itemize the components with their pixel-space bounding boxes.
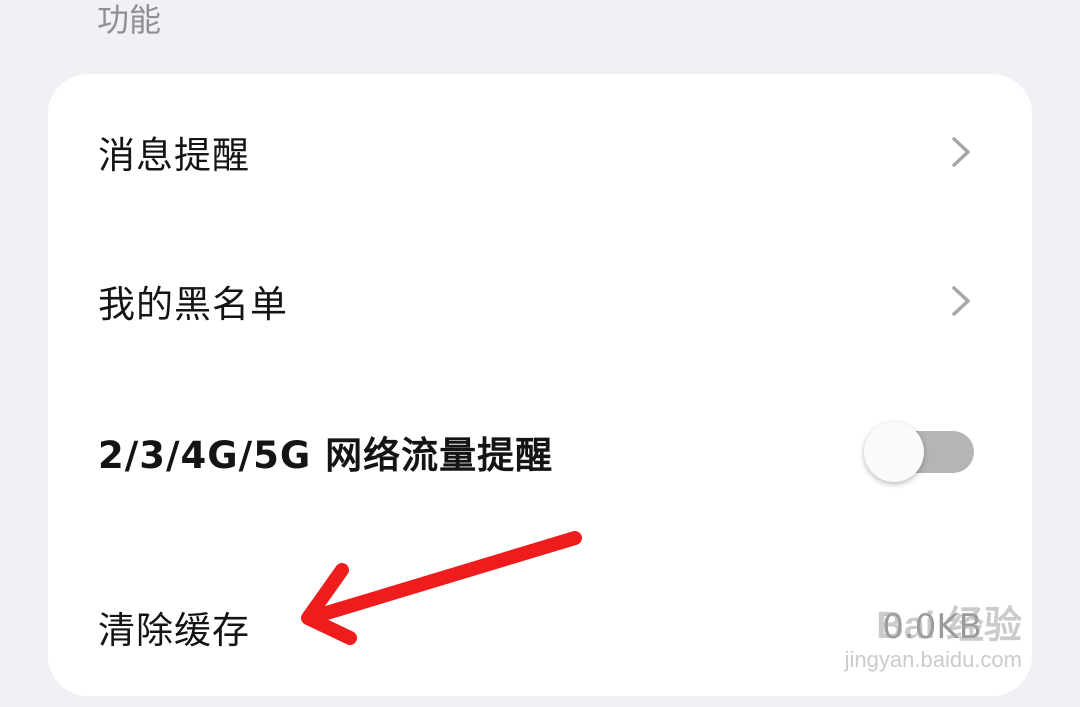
settings-item-data-usage-reminder: 2/3/4G/5G 网络流量提醒 [48, 377, 1032, 527]
settings-item-label: 我的黑名单 [98, 283, 288, 326]
settings-item-message-reminder[interactable]: 消息提醒 [48, 77, 1032, 227]
chevron-right-icon [952, 137, 970, 167]
settings-item-label: 2/3/4G/5G 网络流量提醒 [98, 434, 554, 477]
section-title: 功能 [97, 1, 162, 39]
data-usage-toggle[interactable] [864, 420, 976, 484]
settings-card: 消息提醒 我的黑名单 2/3/4G/5G 网络流量提醒 清除缓存 0.0KB [48, 74, 1032, 696]
settings-item-blacklist[interactable]: 我的黑名单 [48, 226, 1032, 376]
settings-item-label: 消息提醒 [98, 134, 250, 177]
chevron-right-icon [952, 286, 970, 316]
settings-item-clear-cache[interactable]: 清除缓存 0.0KB [48, 552, 1032, 702]
cache-size-value: 0.0KB [882, 607, 982, 647]
settings-page: 功能 消息提醒 我的黑名单 2/3/4G/5G 网络流量提醒 清除缓存 0.0K… [0, 0, 1080, 707]
toggle-knob [864, 422, 924, 482]
settings-item-label: 清除缓存 [98, 609, 250, 652]
